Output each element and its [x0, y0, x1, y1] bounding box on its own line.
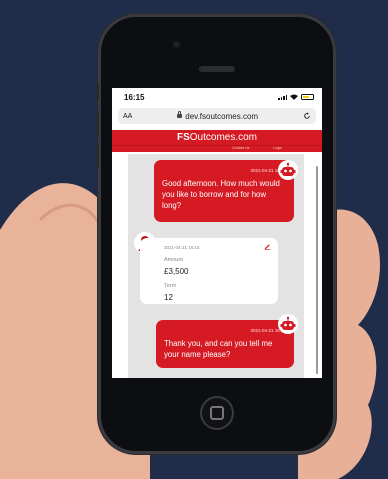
bot-avatar: [278, 160, 298, 180]
chat-scrollbar[interactable]: [316, 166, 318, 374]
url-text[interactable]: dev.fsoutcomes.com: [185, 112, 258, 121]
nav-contact-link[interactable]: Contact Us: [232, 146, 249, 152]
term-value: 12: [164, 293, 173, 302]
text-size-button[interactable]: AA: [123, 113, 132, 120]
robot-icon: [280, 316, 296, 330]
mute-switch[interactable]: [96, 84, 99, 100]
message-timestamp: 2021-04-21 16:15: [250, 168, 286, 173]
bot-message: 2021-04-21 16:15 Thank you, and can you …: [156, 320, 294, 368]
site-header: FS Outcomes.com: [112, 130, 322, 145]
reload-icon[interactable]: [303, 112, 311, 120]
logo-prefix[interactable]: FS: [177, 132, 190, 143]
robot-icon: [280, 162, 296, 176]
volume-down-button[interactable]: [96, 142, 99, 168]
user-message: 2021-04-21 16:15 Amount £3,500 Term 12: [140, 238, 278, 304]
status-bar: 16:15: [112, 88, 322, 106]
bot-avatar: [278, 314, 298, 334]
speaker: [199, 66, 235, 72]
site-nav: Contact Us Login: [112, 145, 322, 152]
message-text: Thank you, and can you tell me your name…: [164, 339, 273, 359]
wifi-icon: [290, 94, 298, 100]
nav-login-link[interactable]: Login: [273, 146, 282, 152]
logo-main[interactable]: Outcomes.com: [190, 132, 257, 143]
status-time: 16:15: [124, 92, 145, 102]
home-button[interactable]: [200, 396, 234, 430]
lock-icon: [177, 111, 183, 118]
amount-value: £3,500: [164, 267, 189, 276]
signal-icon: [278, 94, 287, 100]
chat-viewport: 2021-04-21 16:15 Good afternoon. How muc…: [112, 154, 322, 378]
battery-icon: [301, 94, 314, 100]
message-timestamp: 2021-04-21 16:15: [164, 245, 200, 250]
message-text: Good afternoon. How much would you like …: [162, 179, 280, 210]
amount-label: Amount: [164, 257, 183, 263]
front-camera: [172, 40, 181, 49]
browser-address-bar[interactable]: AA dev.fsoutcomes.com: [118, 108, 316, 124]
volume-up-button[interactable]: [96, 110, 99, 136]
bot-message: 2021-04-21 16:15 Good afternoon. How muc…: [154, 160, 294, 222]
edit-icon[interactable]: [264, 243, 271, 250]
message-timestamp: 2021-04-21 16:15: [250, 328, 286, 333]
term-label: Term: [164, 283, 177, 289]
